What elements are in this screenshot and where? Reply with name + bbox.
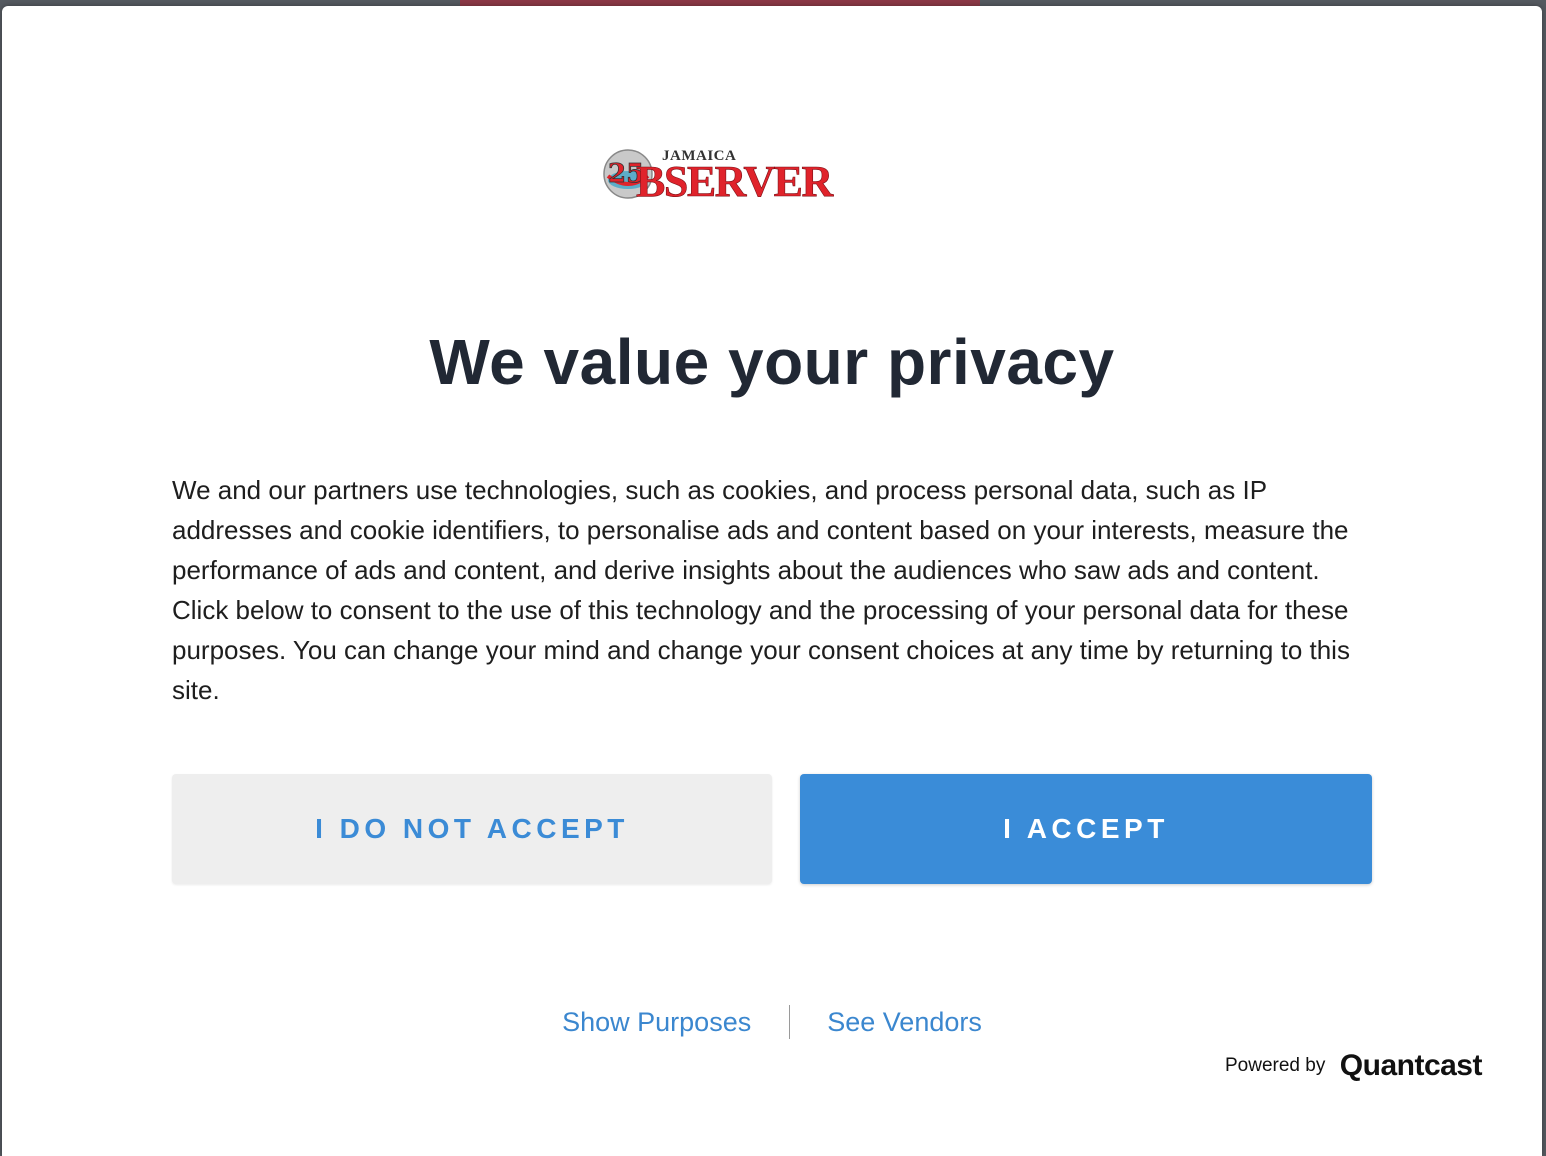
do-not-accept-button[interactable]: I DO NOT ACCEPT	[172, 774, 772, 884]
dialog-body-text: We and our partners use technologies, su…	[172, 475, 1350, 705]
powered-by: Powered by Quantcast	[1224, 1046, 1483, 1086]
links-divider	[788, 1004, 790, 1039]
logo-main-text: BSERVER	[636, 157, 835, 202]
accept-button[interactable]: I ACCEPT	[800, 774, 1372, 884]
consent-dialog: 25 JAMAICA BSERVER We value your privacy…	[2, 6, 1542, 1156]
powered-by-label: Powered by	[1224, 1055, 1326, 1076]
jamaica-observer-logo: 25 JAMAICA BSERVER	[602, 140, 874, 202]
dialog-links: Show Purposes See Vendors	[2, 1000, 1542, 1040]
dialog-title: We value your privacy	[429, 326, 1115, 398]
see-vendors-link[interactable]: See Vendors	[827, 1002, 982, 1042]
observer-logo-icon: 25 JAMAICA BSERVER	[603, 148, 836, 202]
quantcast-logo: Quantcast	[1339, 1049, 1483, 1082]
show-purposes-link[interactable]: Show Purposes	[562, 1002, 751, 1042]
